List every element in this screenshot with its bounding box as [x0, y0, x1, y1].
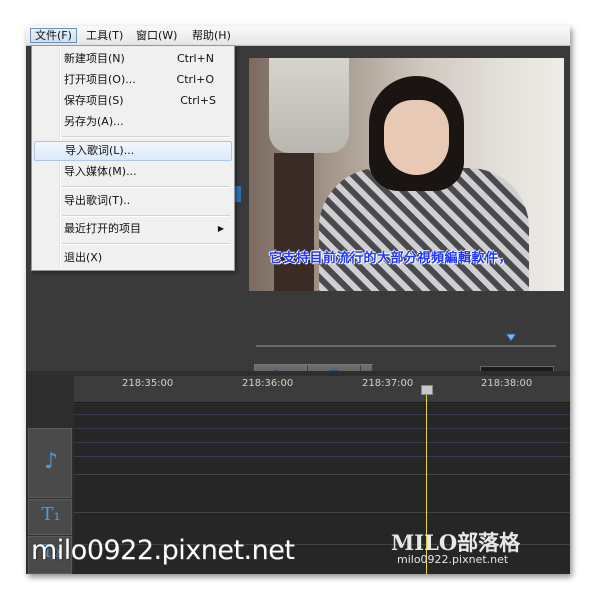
track-line — [74, 456, 570, 457]
menubar: 文件(F) 工具(T) 窗口(W) 帮助(H) — [26, 26, 570, 46]
menu-item-label: 最近打开的项目 — [64, 222, 141, 235]
menu-separator — [62, 215, 230, 217]
menu-item-import-lyrics[interactable]: 导入歌词(L)... — [34, 141, 232, 161]
menu-item-exit[interactable]: 退出(X) — [34, 248, 232, 268]
menu-item-open-project[interactable]: 打开项目(O)... Ctrl+O — [34, 70, 232, 90]
menu-file[interactable]: 文件(F) — [30, 28, 77, 43]
track-line — [74, 442, 570, 443]
track-divider — [74, 512, 570, 513]
video-person-back — [269, 58, 349, 153]
text-track-1-header[interactable]: T₁ — [28, 499, 72, 535]
menu-separator — [62, 136, 230, 138]
watermark-blog-url: milo0922.pixnet.net — [397, 553, 509, 566]
track-divider — [74, 474, 570, 475]
menu-item-save-as[interactable]: 另存为(A)... — [34, 112, 232, 132]
menu-item-label: 另存为(A)... — [64, 115, 124, 128]
menu-separator — [62, 243, 230, 245]
menu-item-recent-projects[interactable]: 最近打开的项目 ▶ — [34, 219, 232, 239]
music-note-icon: ♪ — [43, 449, 59, 474]
menu-tools[interactable]: 工具(T) — [82, 28, 127, 43]
file-menu-dropdown: 新建项目(N) Ctrl+N 打开项目(O)... Ctrl+O 保存项目(S)… — [31, 45, 235, 271]
menu-item-shortcut: Ctrl+S — [180, 94, 216, 107]
menu-item-label: 新建项目(N) — [64, 52, 125, 65]
track-line — [74, 414, 570, 415]
video-chair — [274, 153, 314, 291]
preview-panel: 它支持目前流行的大部分視頻編輯軟件， 218:37:13 — [244, 46, 570, 390]
menu-item-label: 导入歌词(L)... — [65, 144, 135, 157]
subtitle-overlay: 它支持目前流行的大部分視頻編輯軟件， — [269, 251, 513, 266]
menu-item-save-project[interactable]: 保存项目(S) Ctrl+S — [34, 91, 232, 111]
watermark-url: milo0922.pixnet.net — [31, 535, 295, 566]
playhead-handle[interactable] — [421, 385, 433, 395]
menu-item-label: 打开项目(O)... — [64, 73, 136, 86]
timeline-ruler[interactable]: 218:35:00 218:36:00 218:37:00 218:38:00 — [74, 376, 570, 403]
menu-item-label: 导出歌词(T).. — [64, 194, 131, 207]
video-person-face — [384, 100, 449, 175]
menu-help[interactable]: 帮助(H) — [188, 28, 235, 43]
seek-marker-icon[interactable] — [506, 332, 516, 342]
menu-item-import-media[interactable]: 导入媒体(M)... — [34, 162, 232, 182]
ruler-tick-label: 218:37:00 — [362, 378, 414, 389]
video-preview: 它支持目前流行的大部分視頻編輯軟件， — [249, 58, 564, 291]
seek-bar[interactable] — [256, 345, 556, 347]
ruler-tick-label: 218:36:00 — [242, 378, 294, 389]
ruler-tick-label: 218:38:00 — [481, 378, 533, 389]
menu-item-label: 保存项目(S) — [64, 94, 124, 107]
menu-separator — [62, 186, 230, 188]
menu-item-shortcut: Ctrl+N — [176, 52, 214, 65]
menu-window[interactable]: 窗口(W) — [132, 28, 181, 43]
music-track-header[interactable]: ♪ — [28, 428, 72, 498]
track-line — [74, 428, 570, 429]
ruler-tick-label: 218:35:00 — [122, 378, 174, 389]
menu-item-label: 退出(X) — [64, 251, 103, 264]
text-track-1-icon: T₁ — [41, 504, 61, 525]
menu-item-export-lyrics[interactable]: 导出歌词(T).. — [34, 191, 232, 211]
menu-item-new-project[interactable]: 新建项目(N) Ctrl+N — [34, 49, 232, 69]
menu-item-shortcut: Ctrl+O — [176, 73, 214, 86]
submenu-arrow-icon: ▶ — [217, 224, 224, 233]
menu-item-label: 导入媒体(M)... — [64, 165, 137, 178]
